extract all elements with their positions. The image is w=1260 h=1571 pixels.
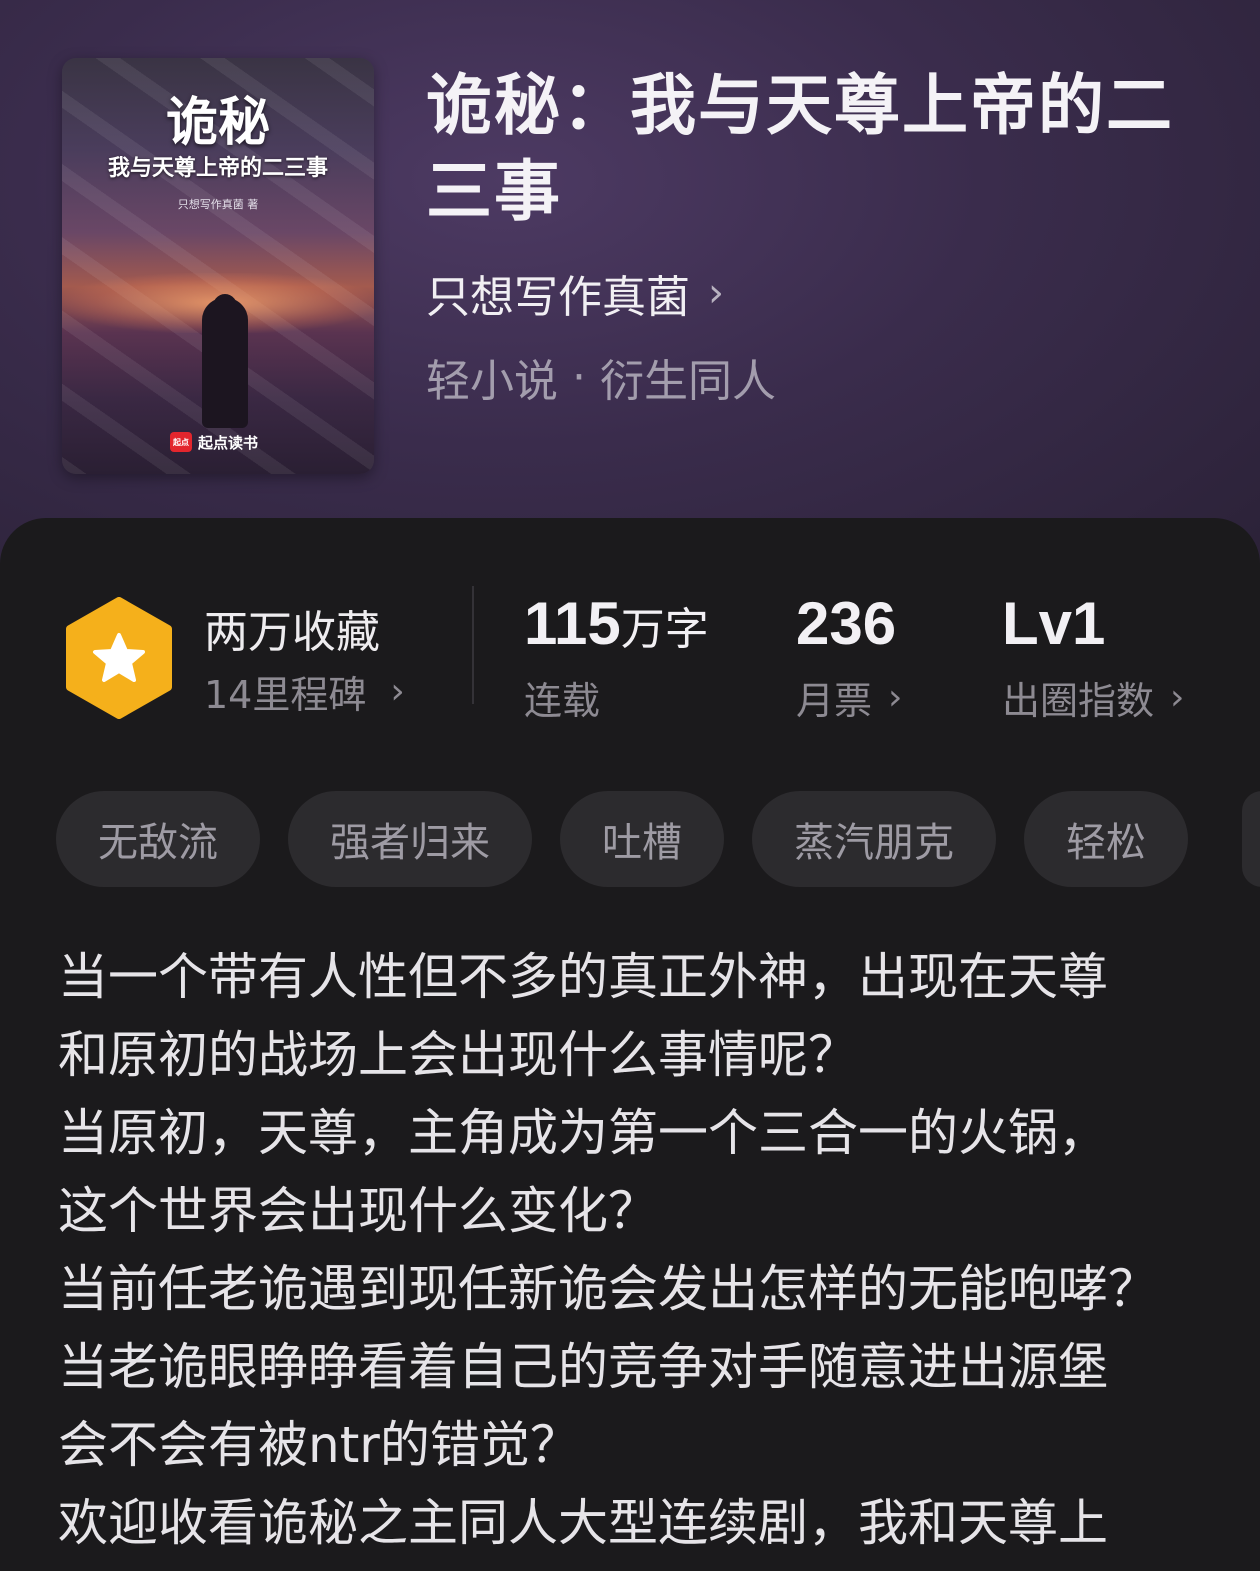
cover-subtitle: 我与天尊上帝的二三事 <box>107 155 328 181</box>
publisher-name: 起点读书 <box>198 433 259 452</box>
author-link[interactable]: 只想写作真菌 › <box>426 262 724 324</box>
tag-chip[interactable]: 无敌流 <box>56 791 260 887</box>
chevron-right-icon: › <box>390 671 405 712</box>
tag-chip[interactable]: 轻松 <box>1024 791 1188 887</box>
monthly-ticket-count: 236 <box>796 590 897 657</box>
author-name: 只想写作真菌 <box>426 272 690 323</box>
milestone-link[interactable]: 14里程碑 › <box>204 664 405 719</box>
book-title: 诡秘：我与天尊上帝的二三事 <box>426 66 1174 230</box>
description-line: 当原初，天尊，主角成为第一个三合一的火锅， <box>58 1104 1108 1162</box>
breakout-index-label: 出圈指数 <box>1002 679 1155 723</box>
monthly-ticket-label: 月票 <box>796 679 873 723</box>
description-line: 当前任老诡遇到现任新诡会发出怎样的无能咆哮？ <box>58 1260 1158 1318</box>
milestone-label: 14里程碑 <box>204 673 367 717</box>
chevron-right-icon: › <box>1170 677 1185 718</box>
description-line: 会不会有被ntr的错觉？ <box>58 1416 580 1474</box>
word-count-number: 115 <box>524 590 621 657</box>
description-line: 这个世界会出现什么变化？ <box>58 1182 658 1240</box>
description-line: 当一个带有人性但不多的真正外神，出现在天尊 <box>58 948 1108 1006</box>
tag-chip[interactable]: 吐槽 <box>560 791 724 887</box>
chevron-right-icon: › <box>708 270 724 316</box>
serial-status: 连载 <box>524 670 600 725</box>
word-count-unit: 万字 <box>620 604 709 655</box>
chevron-right-icon: › <box>888 677 903 718</box>
star-hexagon-icon[interactable] <box>64 597 174 719</box>
breakout-index-value: Lv1 <box>1002 590 1106 657</box>
stats-divider <box>472 586 474 704</box>
publisher-badge-icon: 起点 <box>170 432 192 452</box>
tag-list: 无敌流 强者归来 吐槽 蒸汽朋克 轻松 <box>56 791 1188 887</box>
tag-chip-partial[interactable] <box>1242 791 1260 887</box>
cover-figure <box>202 298 248 428</box>
tag-chip[interactable]: 蒸汽朋克 <box>752 791 996 887</box>
description-line: 当老诡眼睁睁看着自己的竞争对手随意进出源堡 <box>58 1338 1108 1396</box>
description-line: 和原初的战场上会出现什么事情呢？ <box>58 1026 858 1084</box>
description-line: 欢迎收看诡秘之主同人大型连续剧，我和天尊上 <box>58 1494 1108 1552</box>
serial-status-label: 连载 <box>524 679 601 723</box>
collection-count[interactable]: 两万收藏 <box>204 596 380 660</box>
subcategory-label: 衍生同人 <box>600 356 776 407</box>
breakout-index-link[interactable]: 出圈指数 › <box>1002 670 1184 725</box>
genre-row: 轻小说 · 衍生同人 <box>426 346 776 408</box>
cover-title: 诡秘 <box>165 92 270 153</box>
book-description[interactable]: 当一个带有人性但不多的真正外神，出现在天尊 和原初的战场上会出现什么事情呢？ 当… <box>58 938 1228 1562</box>
category-label: 轻小说 <box>426 356 558 407</box>
word-count: 115万字 <box>524 586 709 662</box>
book-cover[interactable]: 诡秘 我与天尊上帝的二三事 只想写作真菌 著 起点 起点读书 <box>62 58 374 474</box>
tag-chip[interactable]: 强者归来 <box>288 791 532 887</box>
separator-dot: · <box>572 351 586 403</box>
monthly-ticket-link[interactable]: 月票 › <box>796 670 902 725</box>
cover-author: 只想写作真菌 著 <box>177 198 259 211</box>
cover-publisher-logo: 起点 起点读书 <box>170 430 258 454</box>
